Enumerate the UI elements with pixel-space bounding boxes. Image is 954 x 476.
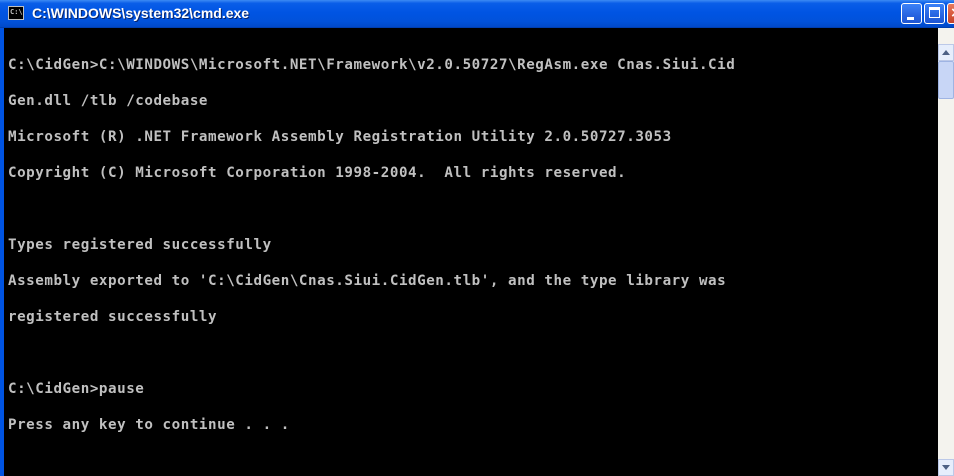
minimize-button[interactable]: [901, 3, 922, 24]
cmd-window: C:\ C:\WINDOWS\system32\cmd.exe × C:\Cid…: [0, 0, 954, 476]
scroll-thumb[interactable]: [938, 61, 954, 99]
console-line: Press any key to continue . . .: [8, 417, 290, 433]
maximize-button[interactable]: [924, 3, 945, 24]
console-line: registered successfully: [8, 309, 218, 325]
console-text-block: C:\CidGen>C:\WINDOWS\Microsoft.NET\Frame…: [8, 35, 735, 455]
minimize-icon: [907, 17, 914, 20]
scroll-up-button[interactable]: [938, 44, 954, 61]
scroll-down-button[interactable]: [938, 459, 954, 476]
cmd-icon-label: C:\: [10, 8, 23, 16]
console-output[interactable]: C:\CidGen>C:\WINDOWS\Microsoft.NET\Frame…: [4, 28, 938, 476]
console-line: Types registered successfully: [8, 237, 272, 253]
maximize-icon: [929, 7, 940, 18]
window-title: C:\WINDOWS\system32\cmd.exe: [32, 5, 250, 21]
title-bar[interactable]: C:\ C:\WINDOWS\system32\cmd.exe ×: [0, 0, 954, 28]
vertical-scrollbar[interactable]: [938, 28, 954, 476]
console-line: C:\CidGen>pause: [8, 381, 145, 397]
console-line: Gen.dll /tlb /codebase: [8, 93, 209, 109]
scrollbar-corner: [938, 28, 954, 44]
scroll-up-arrow-icon: [942, 50, 950, 55]
console-line: C:\CidGen>C:\WINDOWS\Microsoft.NET\Frame…: [8, 57, 736, 73]
close-icon: ×: [950, 4, 954, 22]
console-line: Copyright (C) Microsoft Corporation 1998…: [8, 165, 627, 181]
console-line: Microsoft (R) .NET Framework Assembly Re…: [8, 129, 672, 145]
console-line: Assembly exported to 'C:\CidGen\Cnas.Siu…: [8, 273, 727, 289]
cmd-icon[interactable]: C:\: [8, 6, 24, 20]
close-button[interactable]: ×: [947, 3, 954, 24]
scroll-down-arrow-icon: [942, 465, 950, 470]
